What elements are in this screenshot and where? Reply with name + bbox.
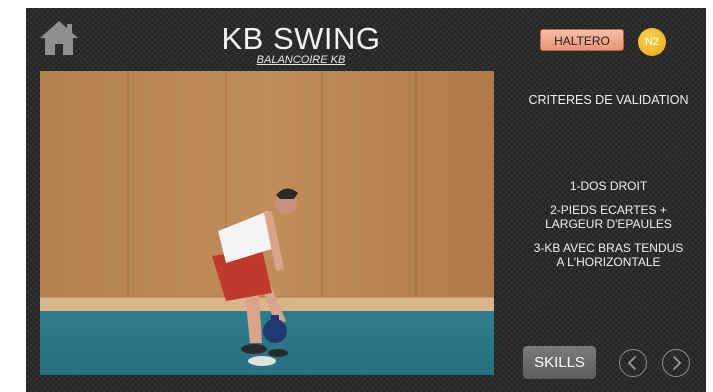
criteria-line: 2-PIEDS ECARTES +: [550, 203, 667, 217]
criteria-line: 1-DOS DROIT: [569, 179, 648, 193]
exercise-video[interactable]: [40, 71, 494, 375]
home-button[interactable]: [38, 18, 80, 58]
home-icon: [40, 21, 78, 55]
level-badge: N2: [638, 28, 666, 56]
app-screen: KB SWING BALANCOIRE KB HALTERO N2 CRITER…: [26, 8, 706, 392]
criteria-item: 3-KB AVEC BRAS TENDUS A L'HORIZONTALE: [511, 241, 706, 269]
skills-button[interactable]: SKILLS: [523, 346, 596, 379]
next-button[interactable]: [662, 349, 690, 377]
chevron-right-icon: [673, 356, 682, 370]
criteria-item: 2-PIEDS ECARTES + LARGEUR D'EPAULES: [511, 203, 706, 231]
criteria-list: 1-DOS DROIT 2-PIEDS ECARTES + LARGEUR D'…: [511, 179, 706, 279]
exercise-title: KB SWING: [221, 21, 381, 56]
exercise-subtitle: BALANCOIRE KB: [256, 54, 346, 66]
criteria-heading: CRITERES DE VALIDATION: [528, 93, 689, 107]
criteria-item: 1-DOS DROIT: [511, 179, 706, 193]
criteria-line: LARGEUR D'EPAULES: [545, 217, 672, 231]
previous-button[interactable]: [619, 349, 647, 377]
category-badge: HALTERO: [540, 29, 624, 51]
criteria-line: 3-KB AVEC BRAS TENDUS: [533, 241, 684, 255]
video-frame: [40, 71, 494, 375]
chevron-left-icon: [627, 356, 636, 370]
criteria-line: A L'HORIZONTALE: [556, 255, 661, 269]
